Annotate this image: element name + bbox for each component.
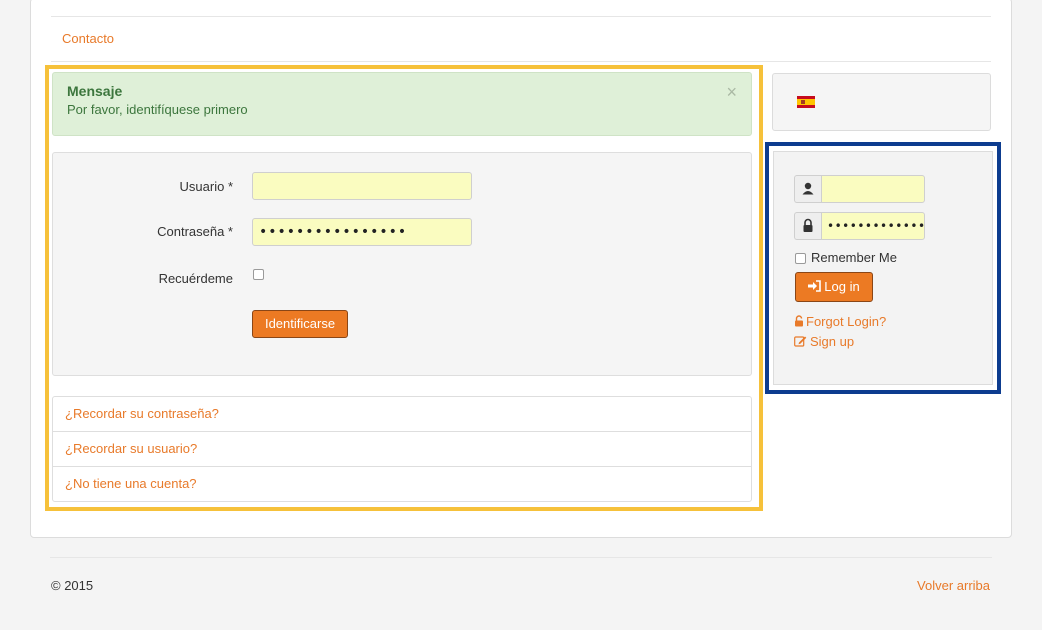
main-card: Contacto Mensaje Por favor, identifíques… (30, 0, 1012, 538)
module-remember-checkbox[interactable] (795, 253, 806, 264)
module-password-input[interactable]: •••••••••••••• (821, 212, 925, 240)
content-highlight-frame: Mensaje Por favor, identifíquese primero… (45, 65, 763, 511)
divider (51, 16, 991, 17)
password-input[interactable]: •••••••••••••••• (252, 218, 472, 246)
login-module-highlight-frame: •••••••••••••• Remember Me Log in Forgot… (765, 142, 1001, 394)
login-form: Usuario * Contraseña * •••••••••••••••• … (52, 152, 752, 376)
password-label: Contraseña * (157, 224, 233, 239)
edit-icon (794, 335, 807, 350)
module-remember-label: Remember Me (811, 250, 897, 265)
footer-copyright: © 2015 (51, 578, 94, 593)
forgot-login-link[interactable]: Forgot Login? (794, 314, 886, 330)
sign-up-link[interactable]: Sign up (794, 334, 854, 350)
sign-in-icon (808, 274, 822, 302)
list-item-register[interactable]: ¿No tiene una cuenta? (53, 467, 751, 502)
sign-up-label: Sign up (810, 334, 855, 349)
remember-label: Recuérdeme (158, 271, 233, 286)
module-login-label: Log in (824, 279, 860, 294)
close-icon[interactable]: × (726, 83, 737, 101)
nav-link-contact[interactable]: Contacto (62, 31, 114, 46)
username-label: Usuario * (179, 179, 233, 194)
lock-icon (794, 212, 822, 240)
back-to-top-link[interactable]: Volver arriba (917, 578, 990, 593)
language-switcher (772, 73, 991, 131)
footer-divider (50, 557, 992, 558)
alert-title: Mensaje (67, 83, 123, 99)
message-alert: Mensaje Por favor, identifíquese primero… (52, 72, 752, 136)
username-input[interactable] (252, 172, 472, 200)
list-item-forgot-password[interactable]: ¿Recordar su contraseña? (53, 397, 751, 432)
module-login-button[interactable]: Log in (795, 272, 873, 302)
account-links-list: ¿Recordar su contraseña? ¿Recordar su us… (52, 396, 752, 502)
alert-text: Por favor, identifíquese primero (67, 102, 248, 117)
divider (51, 61, 991, 62)
spain-flag-icon[interactable] (797, 96, 815, 108)
login-submit-button[interactable]: Identificarse (252, 310, 348, 338)
login-module: •••••••••••••• Remember Me Log in Forgot… (773, 151, 993, 385)
module-username-input[interactable] (821, 175, 925, 203)
user-icon (794, 175, 822, 203)
forgot-login-label: Forgot Login? (806, 314, 887, 329)
unlock-icon (794, 315, 804, 330)
remember-checkbox[interactable] (253, 269, 264, 280)
list-item-forgot-username[interactable]: ¿Recordar su usuario? (53, 432, 751, 467)
